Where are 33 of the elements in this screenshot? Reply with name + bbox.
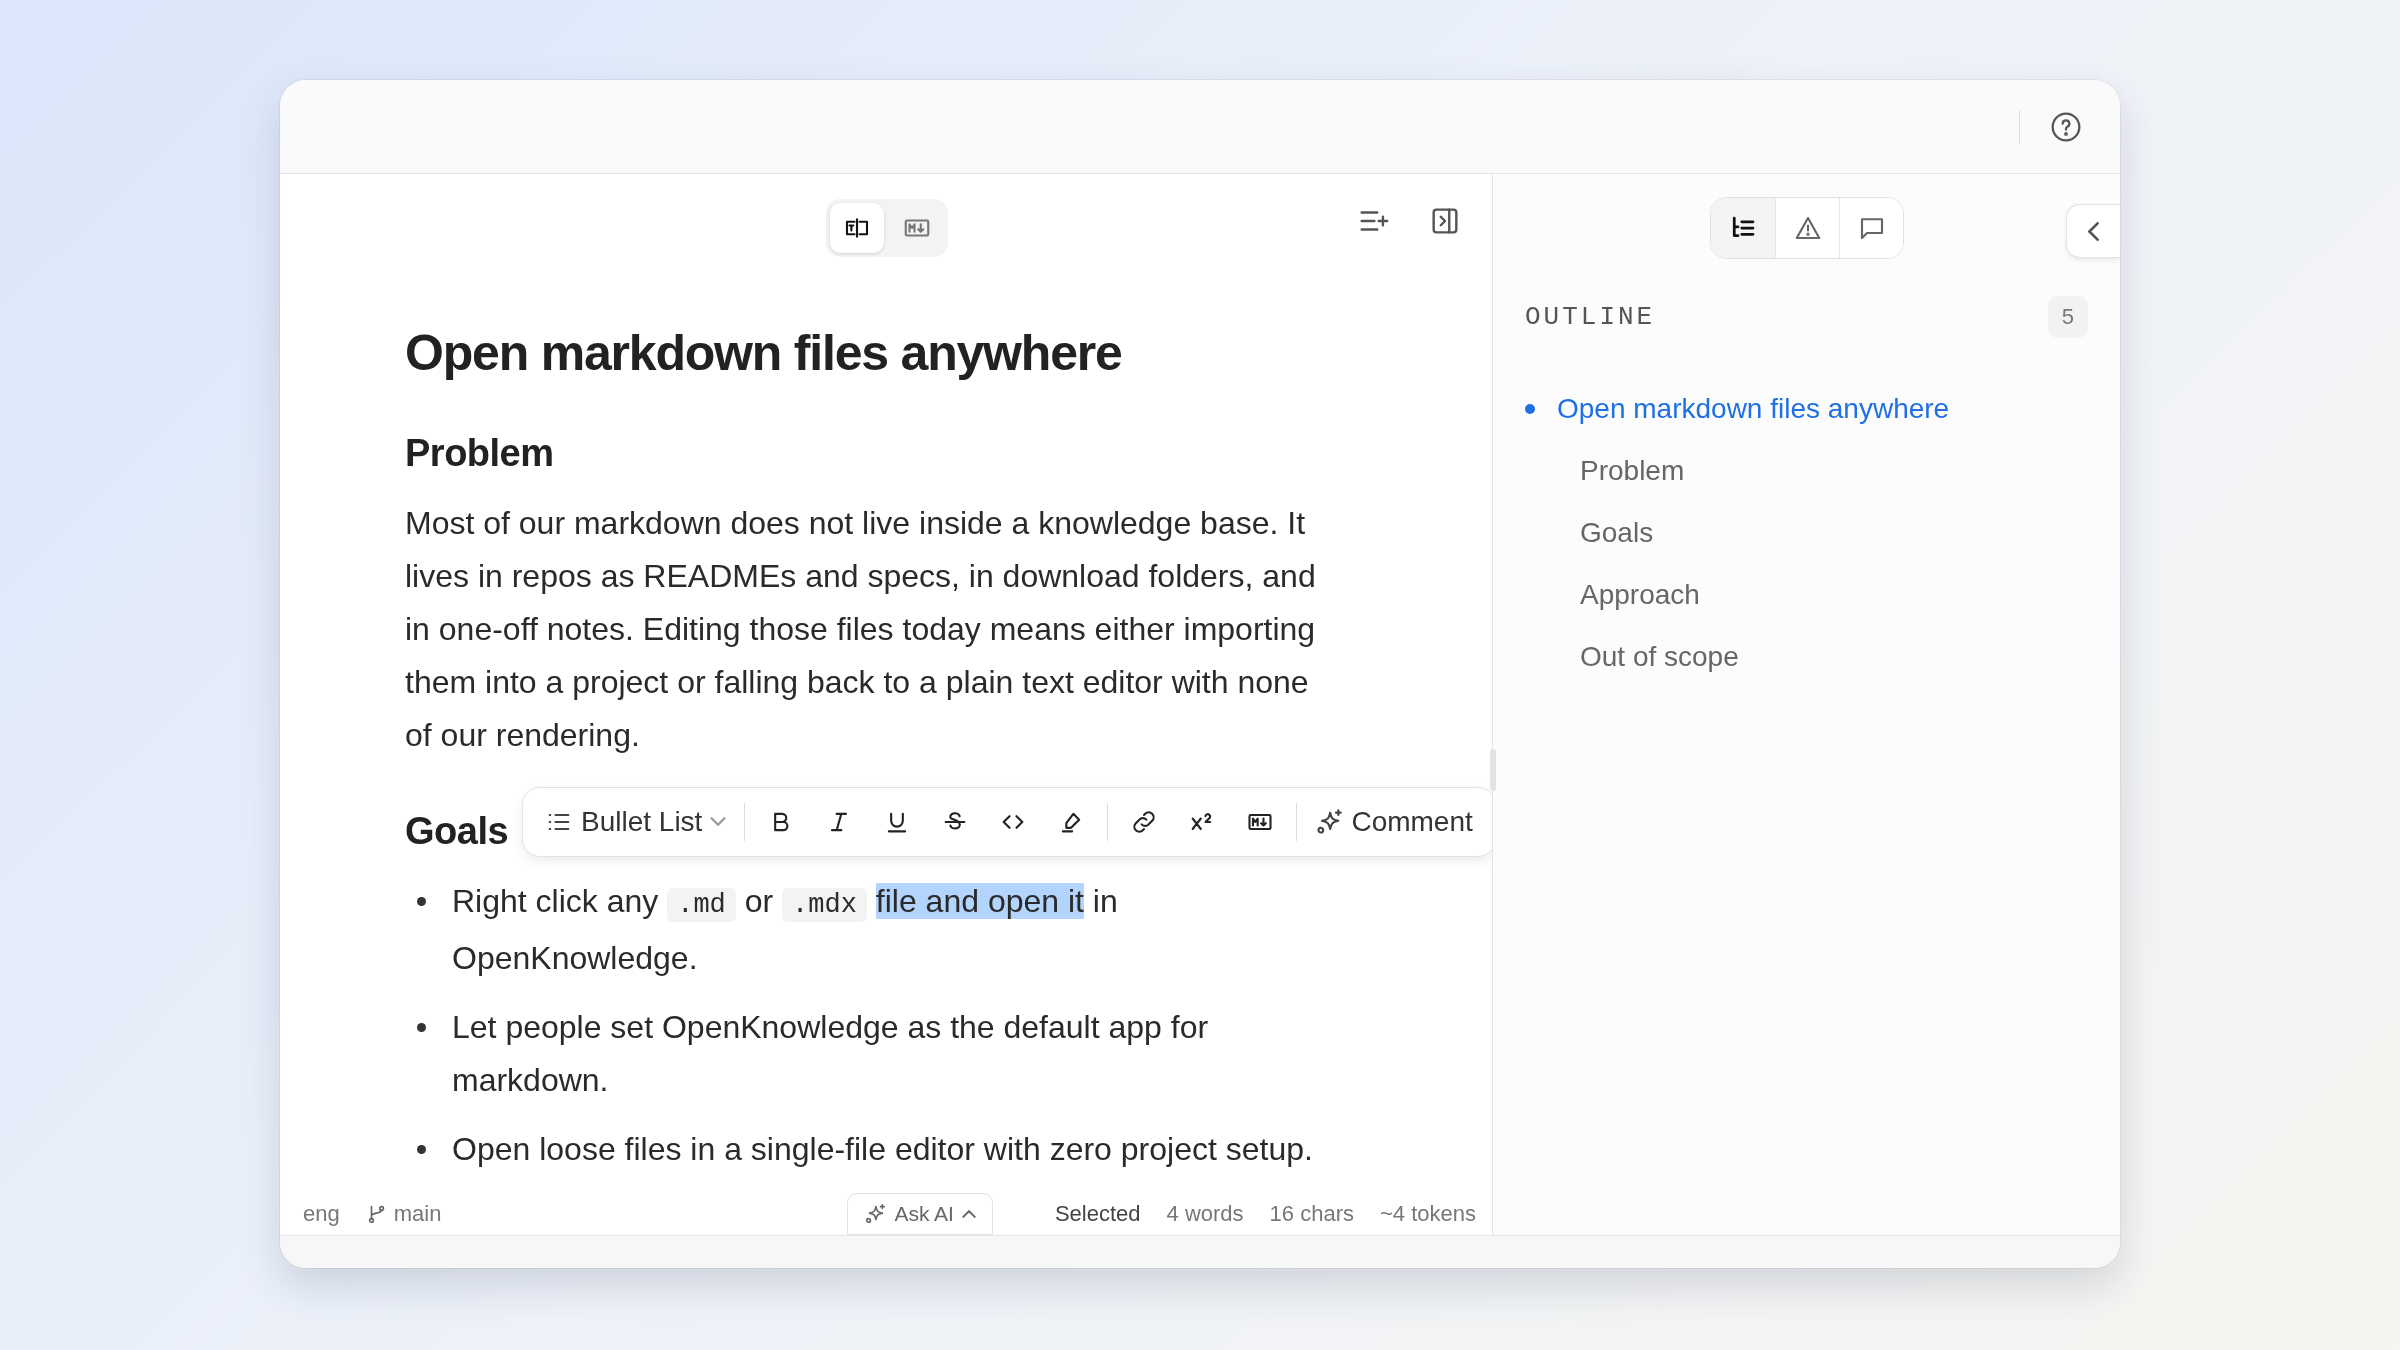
help-icon[interactable] xyxy=(2050,110,2082,143)
branch-label[interactable]: main xyxy=(365,1201,442,1227)
token-count: ~4 tokens xyxy=(1380,1201,1476,1227)
section-heading: Problem xyxy=(405,432,554,475)
outline-item[interactable]: Problem xyxy=(1493,440,2120,502)
sparkle-icon xyxy=(1315,807,1344,836)
outline-title: OUTLINE xyxy=(1525,302,1656,332)
document-title: Open markdown files anywhere xyxy=(405,324,1123,382)
rich-text-view-button[interactable] xyxy=(830,203,884,253)
comment-button[interactable]: Comment xyxy=(1311,805,1477,838)
chevron-down-icon xyxy=(710,817,727,826)
outline-item[interactable]: Out of scope xyxy=(1493,626,2120,688)
resize-handle[interactable] xyxy=(1490,749,1496,791)
language-label[interactable]: eng xyxy=(303,1201,340,1227)
bullet-item: Open loose files in a single-file editor with zero project setup. xyxy=(405,1123,1345,1176)
bullet-item: Let people set OpenKnowledge as the default app for markdown. xyxy=(405,1001,1345,1107)
sparkle-icon xyxy=(864,1203,887,1225)
paragraph: Most of our markdown does not live inside a knowledge base. It lives in repos as READMEs and specs, in download folders, and in one-off notes. Editing those files today means either importing them into a project or falling back to a plain text editor with none of our rendering. xyxy=(405,504,1317,755)
chevron-up-icon xyxy=(961,1210,976,1218)
outline-item[interactable]: Goals xyxy=(1493,502,2120,564)
block-type-dropdown[interactable]: Bullet List xyxy=(541,805,731,838)
comments-tab[interactable] xyxy=(1839,198,1903,258)
outline-count-badge: 5 xyxy=(2047,296,2088,338)
word-count: 4 words xyxy=(1166,1201,1244,1227)
ask-ai-button[interactable]: Ask AI xyxy=(847,1193,993,1235)
bullet-item: Right click any .md or .mdx file and open it in OpenKnowledge. xyxy=(405,875,1345,985)
section-heading: Goals xyxy=(405,810,509,853)
outline-item[interactable]: Approach xyxy=(1493,564,2120,626)
outline-tab[interactable] xyxy=(1711,198,1775,258)
selection-label: Selected xyxy=(1054,1201,1141,1227)
outline-item[interactable]: Open markdown files anywhere xyxy=(1493,378,2120,440)
char-count: 16 chars xyxy=(1269,1201,1354,1227)
chevron-left-icon xyxy=(2088,221,2099,241)
